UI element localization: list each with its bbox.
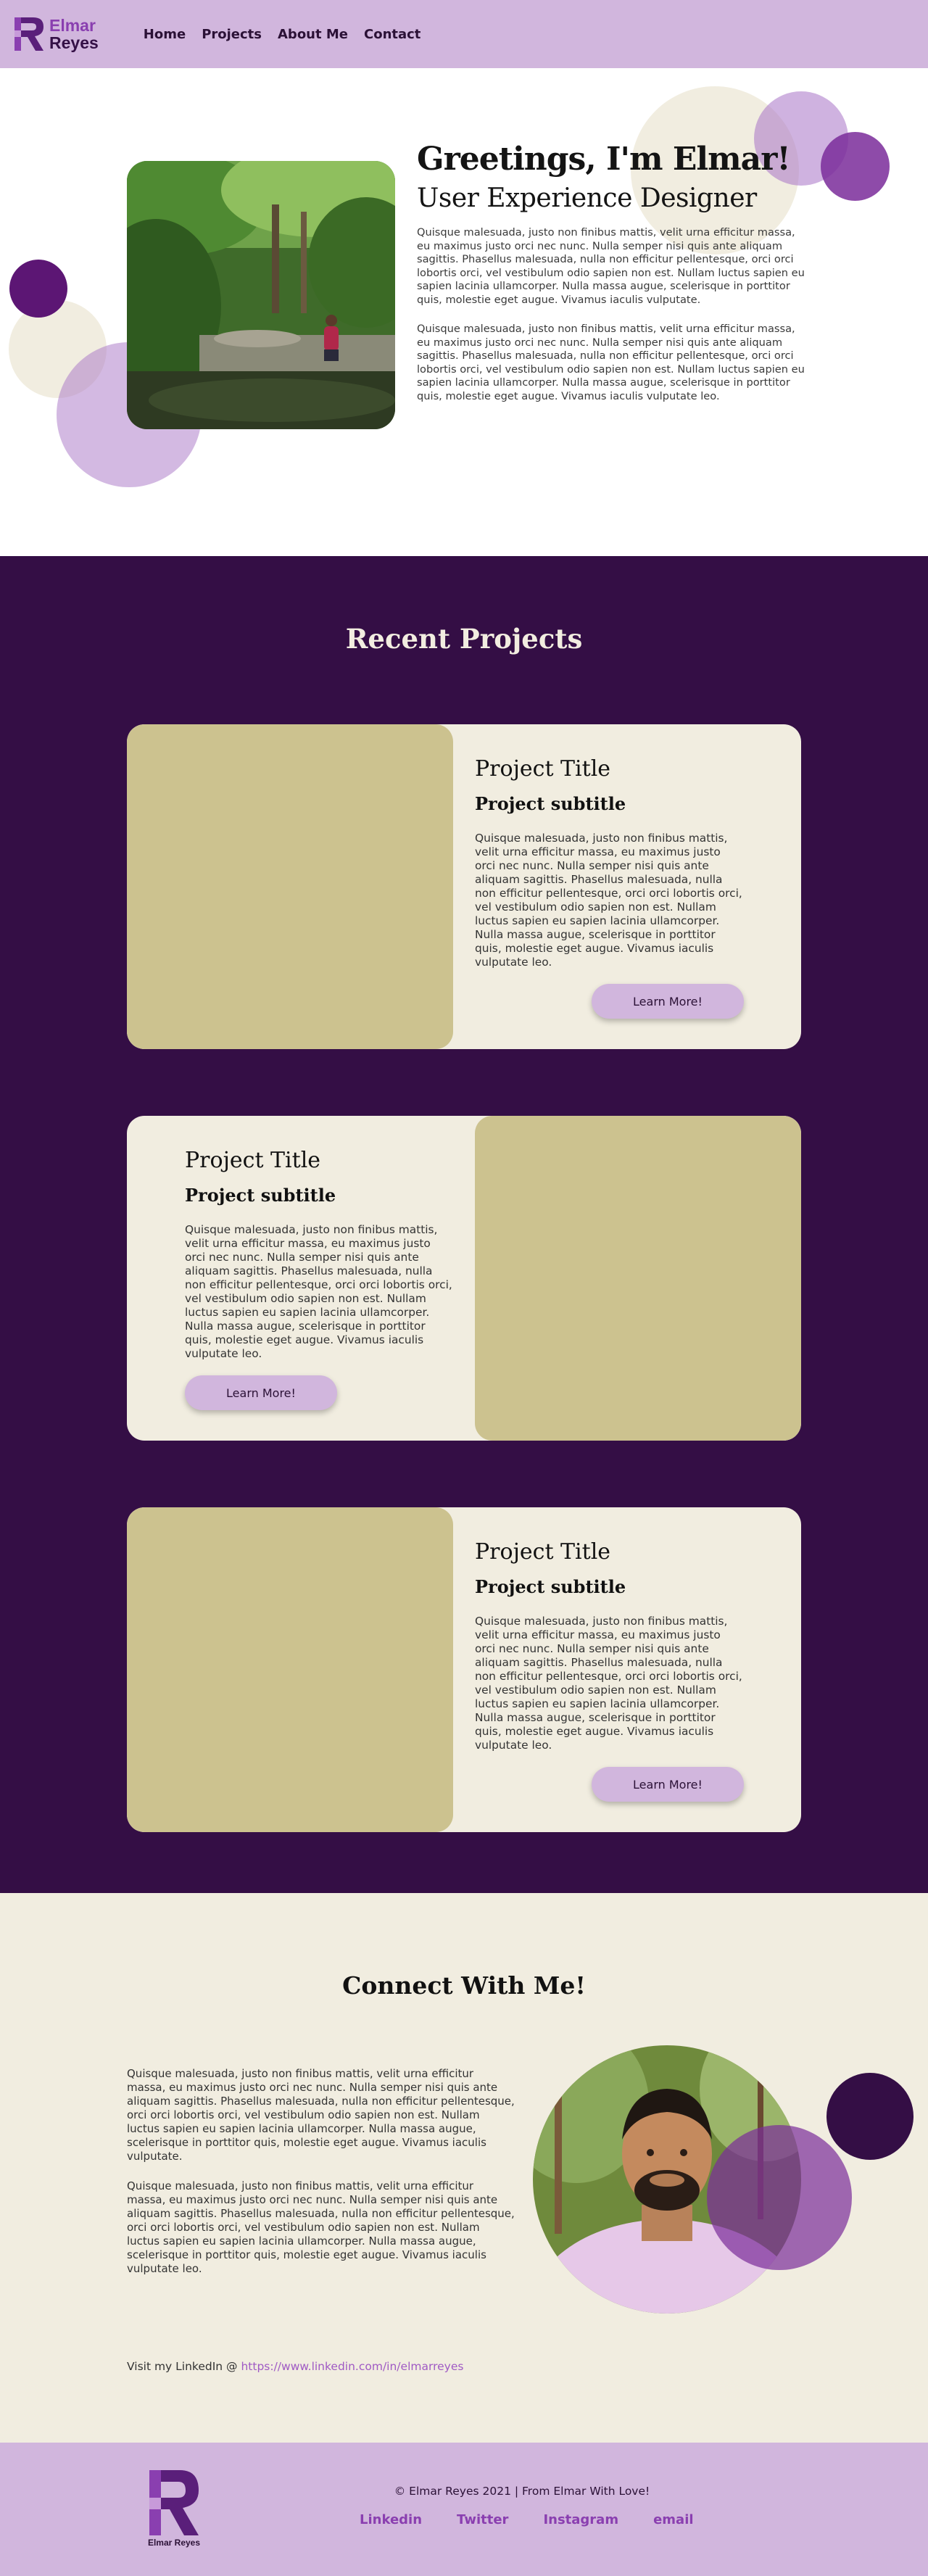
hero-text: Greetings, I'm Elmar! User Experience De… [417, 141, 805, 403]
connect-section: Connect With Me! Quisque malesuada, just… [0, 1893, 928, 2443]
project-content: Project Title Project subtitle Quisque m… [185, 1148, 453, 1361]
logo-last-name: Reyes [49, 33, 99, 52]
footer-logo[interactable]: Elmar Reyes [145, 2470, 203, 2548]
decor-circle-purple-left [9, 260, 67, 318]
hero-photo [127, 161, 395, 429]
connect-paragraph-1: Quisque malesuada, justo non finibus mat… [127, 2067, 515, 2163]
logo-first-name: Elmar [49, 16, 96, 35]
footer-link-email[interactable]: email [653, 2512, 693, 2527]
hero-paragraph-1: Quisque malesuada, justo non finibus mat… [417, 226, 805, 306]
hero-paragraph-2: Quisque malesuada, justo non finibus mat… [417, 323, 805, 402]
linkedin-prefix: Visit my LinkedIn @ [127, 2360, 241, 2373]
footer-link-linkedin[interactable]: Linkedin [360, 2512, 422, 2527]
hero-section: Greetings, I'm Elmar! User Experience De… [0, 68, 928, 556]
project-image-placeholder [475, 1116, 801, 1441]
footer-links: Linkedin Twitter Instagram email [360, 2512, 694, 2527]
projects-section: Recent Projects Project Title Project su… [0, 556, 928, 1893]
project-content: Project Title Project subtitle Quisque m… [475, 756, 743, 969]
decor-circle-purple-bottom [707, 2125, 852, 2270]
project-card-1: Project Title Project subtitle Quisque m… [127, 724, 801, 1049]
decor-circle-purple-top [821, 132, 890, 201]
linkedin-line: Visit my LinkedIn @ https://www.linkedin… [127, 2360, 463, 2373]
project-description: Quisque malesuada, justo non finibus mat… [185, 1223, 452, 1360]
footer-logo-name: Elmar Reyes [147, 2538, 201, 2548]
connect-heading: Connect With Me! [342, 1971, 586, 2000]
project-description: Quisque malesuada, justo non finibus mat… [475, 1615, 742, 1752]
footer-link-twitter[interactable]: Twitter [457, 2512, 508, 2527]
learn-more-button[interactable]: Learn More! [185, 1375, 337, 1410]
nav-link-about[interactable]: About Me [278, 27, 348, 42]
project-content: Project Title Project subtitle Quisque m… [475, 1539, 743, 1752]
project-title: Project Title [475, 756, 611, 782]
footer-copyright: © Elmar Reyes 2021 | From Elmar With Lov… [394, 2485, 650, 2498]
project-title: Project Title [475, 1539, 611, 1565]
garden-photo-icon [127, 161, 395, 429]
hero-greeting: Greetings, I'm Elmar! [417, 141, 791, 178]
project-card-3: Project Title Project subtitle Quisque m… [127, 1507, 801, 1832]
project-description: Quisque malesuada, justo non finibus mat… [475, 832, 742, 969]
project-subtitle: Project subtitle [185, 1185, 336, 1206]
learn-more-button[interactable]: Learn More! [592, 984, 744, 1019]
connect-paragraph-2: Quisque malesuada, justo non finibus mat… [127, 2179, 515, 2275]
footer-link-instagram[interactable]: Instagram [543, 2512, 618, 2527]
connect-text: Quisque malesuada, justo non finibus mat… [127, 2067, 515, 2276]
nav-link-home[interactable]: Home [144, 27, 186, 42]
hero-role: User Experience Designer [417, 183, 757, 213]
top-nav: Elmar Reyes Home Projects About Me Conta… [0, 0, 928, 68]
footer: Elmar Reyes © Elmar Reyes 2021 | From El… [0, 2443, 928, 2576]
project-card-2: Project Title Project subtitle Quisque m… [127, 1116, 801, 1441]
projects-heading: Recent Projects [345, 623, 583, 655]
linkedin-url-link[interactable]: https://www.linkedin.com/in/elmarreyes [241, 2360, 463, 2373]
project-subtitle: Project subtitle [475, 793, 626, 814]
nav-links: Home Projects About Me Contact [144, 27, 421, 42]
logo-text: Elmar Reyes [49, 17, 99, 51]
logo[interactable]: Elmar Reyes [14, 16, 99, 52]
nav-link-projects[interactable]: Projects [202, 27, 262, 42]
project-image-placeholder [127, 724, 453, 1049]
learn-more-button[interactable]: Learn More! [592, 1767, 744, 1802]
project-subtitle: Project subtitle [475, 1576, 626, 1597]
decor-circle-dark-bottom [826, 2073, 914, 2160]
project-image-placeholder [127, 1507, 453, 1832]
er-logo-icon [149, 2470, 199, 2535]
project-title: Project Title [185, 1148, 321, 1173]
er-logo-icon [14, 17, 44, 51]
nav-link-contact[interactable]: Contact [364, 27, 420, 42]
